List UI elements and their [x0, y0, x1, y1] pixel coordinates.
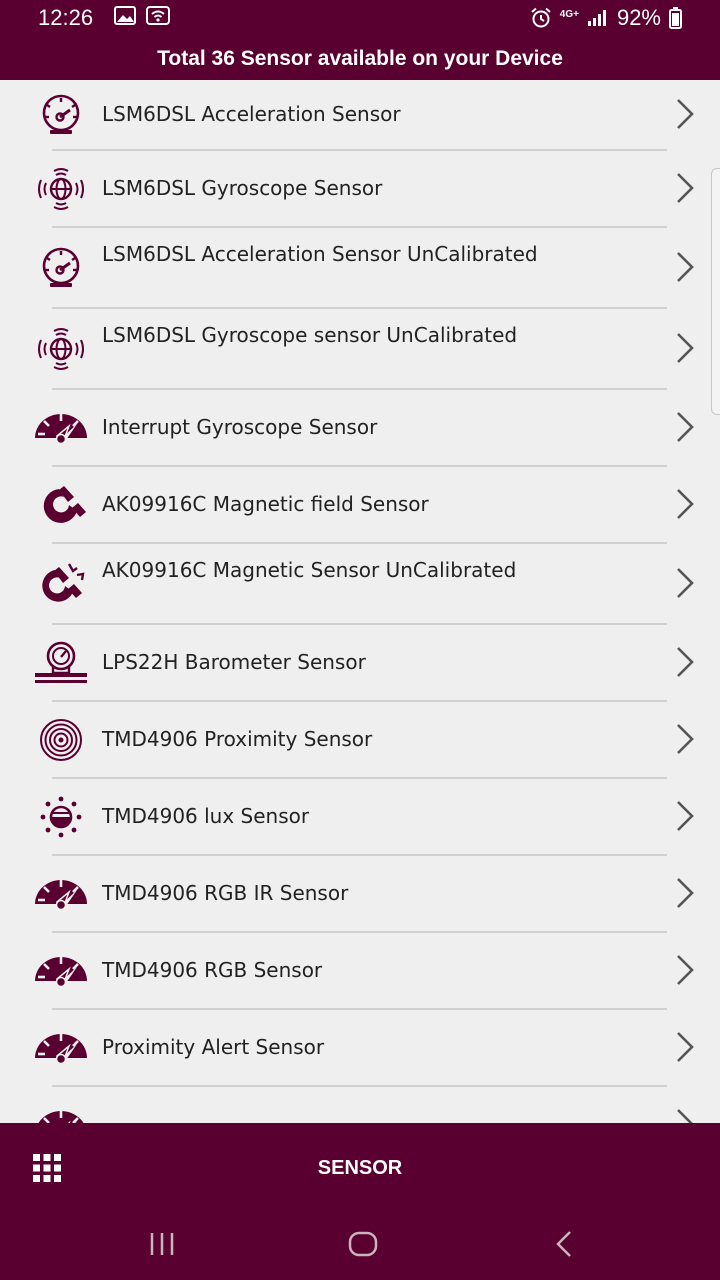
- sensor-name: TMD4906 RGB Sensor: [102, 958, 323, 982]
- back-icon[interactable]: [553, 1229, 575, 1259]
- chevron-right-icon[interactable]: [672, 1107, 698, 1123]
- sensor-name: AK09916C Magnetic field Sensor: [102, 492, 429, 516]
- chevron-right-icon[interactable]: [672, 722, 698, 756]
- battery-percent: 92%: [616, 5, 661, 30]
- bottom-bar: SENSOR: [0, 1123, 720, 1280]
- signal-icon: [587, 10, 606, 26]
- gallery-icon: [114, 6, 136, 25]
- sensor-name: LSM6DSL Acceleration Sensor UnCalibrated: [102, 242, 538, 266]
- sensor-list-item[interactable]: TMD4906 lux Sensor: [0, 779, 720, 856]
- gyroscope-globe-icon: [38, 328, 84, 370]
- sensor-name: TMD4906 lux Sensor: [102, 804, 310, 828]
- gyroscope-globe-icon: [38, 168, 84, 210]
- sensor-list-item[interactable]: LSM6DSL Gyroscope Sensor: [0, 151, 720, 228]
- gauge-icon: [35, 880, 87, 911]
- speedometer-icon: [42, 94, 80, 134]
- sensor-list-item[interactable]: LSM6DSL Acceleration Sensor UnCalibrated: [0, 228, 720, 309]
- speedometer-icon: [42, 247, 80, 287]
- sensor-list-item[interactable]: Interrupt Gyroscope Sensor: [0, 390, 720, 467]
- recent-apps-icon[interactable]: [148, 1230, 176, 1258]
- sensor-list-item[interactable]: TMD4906 Proximity Sensor: [0, 702, 720, 779]
- sensor-name: AK09916C Magnetic Sensor UnCalibrated: [102, 558, 517, 582]
- chevron-right-icon[interactable]: [672, 250, 698, 284]
- barometer-icon: [35, 641, 87, 683]
- alarm-icon: [531, 7, 551, 28]
- sensor-name: TMD4906 RGB IR Sensor: [102, 881, 349, 905]
- chevron-right-icon[interactable]: [672, 171, 698, 205]
- sensor-name: LSM6DSL Gyroscope Sensor: [102, 176, 383, 200]
- sensor-list-item[interactable]: [0, 1087, 720, 1123]
- sensor-list-item[interactable]: LSM6DSL Acceleration Sensor: [0, 80, 720, 151]
- magnet-icon: [43, 486, 86, 523]
- sensor-name: Interrupt Gyroscope Sensor: [102, 415, 378, 439]
- chevron-right-icon[interactable]: [672, 331, 698, 365]
- lux-sun-icon: [40, 796, 82, 838]
- chevron-right-icon[interactable]: [672, 799, 698, 833]
- sensor-list-item[interactable]: TMD4906 RGB Sensor: [0, 933, 720, 1010]
- network-type-label: 4G+: [559, 9, 579, 20]
- sensor-list-item[interactable]: LPS22H Barometer Sensor: [0, 625, 720, 702]
- sensor-list[interactable]: LSM6DSL Acceleration Sensor LSM6DSL Gyros…: [0, 80, 720, 1123]
- proximity-rings-icon: [40, 719, 82, 761]
- sensor-count-header: Total 36 Sensor available on your Device: [0, 36, 720, 80]
- chevron-right-icon[interactable]: [672, 566, 698, 600]
- sensor-name: Proximity Alert Sensor: [102, 1035, 325, 1059]
- chevron-right-icon[interactable]: [672, 953, 698, 987]
- gauge-icon: [35, 1034, 87, 1065]
- sensor-name: LSM6DSL Acceleration Sensor: [102, 102, 401, 126]
- magnet-spark-icon: [42, 563, 85, 602]
- sensor-list-item[interactable]: TMD4906 RGB IR Sensor: [0, 856, 720, 933]
- chevron-right-icon[interactable]: [672, 1030, 698, 1064]
- sensor-list-item[interactable]: Proximity Alert Sensor: [0, 1010, 720, 1087]
- sensor-name: LSM6DSL Gyroscope sensor UnCalibrated: [102, 323, 518, 347]
- bottom-bar-title: SENSOR: [317, 1157, 403, 1179]
- sensor-list-item[interactable]: AK09916C Magnetic field Sensor: [0, 467, 720, 544]
- battery-icon: [669, 7, 682, 29]
- page-title: Total 36 Sensor available on your Device: [157, 47, 563, 70]
- home-icon[interactable]: [348, 1230, 378, 1258]
- sensor-list-item[interactable]: LSM6DSL Gyroscope sensor UnCalibrated: [0, 309, 720, 390]
- sensor-name: LPS22H Barometer Sensor: [102, 650, 366, 674]
- gauge-icon: [35, 957, 87, 988]
- sensor-list-item[interactable]: AK09916C Magnetic Sensor UnCalibrated: [0, 544, 720, 625]
- gauge-icon: [35, 414, 87, 445]
- chevron-right-icon[interactable]: [672, 876, 698, 910]
- wifi-status-icon: [146, 6, 170, 25]
- sensor-name: TMD4906 Proximity Sensor: [102, 727, 373, 751]
- chevron-right-icon[interactable]: [672, 487, 698, 521]
- chevron-right-icon[interactable]: [672, 645, 698, 679]
- scrollbar[interactable]: [711, 168, 720, 415]
- status-bar: 12:26 4G+ 92%: [0, 0, 720, 36]
- chevron-right-icon[interactable]: [672, 97, 698, 131]
- chevron-right-icon[interactable]: [672, 410, 698, 444]
- status-time: 12:26: [38, 5, 94, 30]
- gauge-icon: [38, 1111, 84, 1123]
